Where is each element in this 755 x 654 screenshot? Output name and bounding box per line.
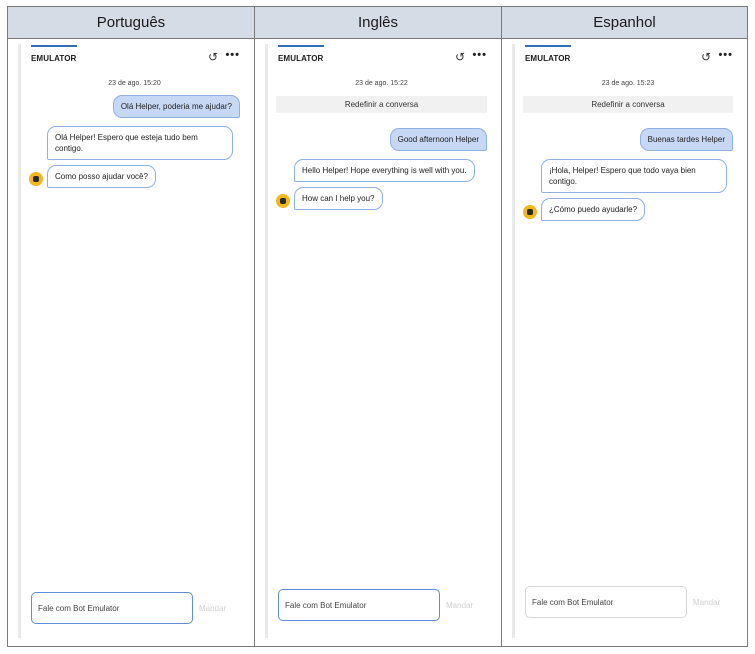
more-options-icon[interactable]: ••• xyxy=(472,50,487,61)
column-english: EMULATOR ↺ ••• 23 de ago. 15:22 Redefini… xyxy=(255,39,502,646)
reset-conversation-button[interactable]: Redefinir a conversa xyxy=(523,96,733,113)
chat-timestamp: 23 de ago. 15:22 xyxy=(355,80,408,87)
message-input[interactable]: Fale com Bot Emulator xyxy=(31,592,193,624)
restart-icon[interactable]: ↺ xyxy=(455,51,465,63)
composer: Fale com Bot Emulator Mandar xyxy=(278,589,473,621)
more-options-icon[interactable]: ••• xyxy=(718,50,733,61)
bot-message-row: Olá Helper! Espero que esteja tudo bem c… xyxy=(29,126,240,160)
emulator-panel: EMULATOR ↺ ••• 23 de ago. 15:20 Olá Help… xyxy=(18,44,248,638)
header-english: Inglês xyxy=(255,7,502,38)
bot-avatar-icon xyxy=(29,172,43,186)
send-button[interactable]: Mandar xyxy=(446,601,473,610)
reset-conversation-button[interactable]: Redefinir a conversa xyxy=(276,96,487,113)
title-underline xyxy=(525,45,571,47)
bot-message-bubble: Olá Helper! Espero que esteja tudo bem c… xyxy=(47,126,233,160)
emulator-topbar: EMULATOR ↺ ••• xyxy=(268,44,495,70)
bot-message-row: Como posso ajudar você? xyxy=(29,165,240,188)
bot-message-bubble: How can I help you? xyxy=(294,187,383,210)
table-body-row: EMULATOR ↺ ••• 23 de ago. 15:20 Olá Help… xyxy=(8,39,747,646)
chat-timestamp: 23 de ago. 15:20 xyxy=(108,80,161,87)
send-button[interactable]: Mandar xyxy=(693,598,720,607)
message-input[interactable]: Fale com Bot Emulator xyxy=(525,586,687,618)
user-message-row: Good afternoon Helper xyxy=(276,128,487,151)
bot-avatar-icon xyxy=(523,205,537,219)
bot-avatar-icon xyxy=(276,194,290,208)
user-message-row: Olá Helper, poderia me ajudar? xyxy=(29,95,240,118)
emulator-title: EMULATOR xyxy=(31,54,77,63)
bot-message-bubble: Hello Helper! Hope everything is well wi… xyxy=(294,159,475,182)
emulator-title: EMULATOR xyxy=(525,54,571,63)
title-underline xyxy=(31,45,77,47)
send-button[interactable]: Mandar xyxy=(199,604,226,613)
bot-message-row: ¿Cómo puedo ayudarle? xyxy=(523,198,733,221)
user-message-bubble: Good afternoon Helper xyxy=(389,128,487,151)
emulator-panel: EMULATOR ↺ ••• 23 de ago. 15:23 Redefini… xyxy=(512,44,741,638)
bot-message-bubble: Como posso ajudar você? xyxy=(47,165,156,188)
message-list: Buenas tardes Helper ¡Hola, Helper! Espe… xyxy=(515,128,741,221)
user-message-bubble: Olá Helper, poderia me ajudar? xyxy=(112,95,240,118)
composer: Fale com Bot Emulator Mandar xyxy=(31,592,226,624)
composer: Fale com Bot Emulator Mandar xyxy=(525,586,720,618)
restart-icon[interactable]: ↺ xyxy=(208,51,218,63)
bot-message-row: ¡Hola, Helper! Espero que todo vaya bien… xyxy=(523,159,733,193)
header-spanish: Espanhol xyxy=(593,14,656,31)
column-spanish: EMULATOR ↺ ••• 23 de ago. 15:23 Redefini… xyxy=(502,39,747,646)
table-header-row: Português Inglês Espanhol xyxy=(8,7,747,39)
title-underline xyxy=(278,45,324,47)
message-list: Good afternoon Helper Hello Helper! Hope… xyxy=(268,128,495,210)
chat-timestamp: 23 de ago. 15:23 xyxy=(601,80,655,87)
emulator-panel: EMULATOR ↺ ••• 23 de ago. 15:22 Redefini… xyxy=(265,44,495,638)
message-list: Olá Helper, poderia me ajudar? Olá Helpe… xyxy=(21,95,248,188)
emulator-title: EMULATOR xyxy=(278,54,324,63)
user-message-bubble: Buenas tardes Helper xyxy=(639,128,733,151)
header-portuguese: Português xyxy=(8,7,255,38)
user-message-row: Buenas tardes Helper xyxy=(523,128,733,151)
bot-message-bubble: ¡Hola, Helper! Espero que todo vaya bien… xyxy=(541,159,727,193)
message-input[interactable]: Fale com Bot Emulator xyxy=(278,589,440,621)
more-options-icon[interactable]: ••• xyxy=(225,50,240,61)
bot-message-row: Hello Helper! Hope everything is well wi… xyxy=(276,159,487,182)
emulator-topbar: EMULATOR ↺ ••• xyxy=(21,44,248,70)
restart-icon[interactable]: ↺ xyxy=(701,51,711,63)
comparison-table: Português Inglês Espanhol EMULATOR ↺ •••… xyxy=(7,6,748,647)
bot-message-row: How can I help you? xyxy=(276,187,487,210)
column-portuguese: EMULATOR ↺ ••• 23 de ago. 15:20 Olá Help… xyxy=(8,39,255,646)
emulator-topbar: EMULATOR ↺ ••• xyxy=(515,44,741,70)
bot-message-bubble: ¿Cómo puedo ayudarle? xyxy=(541,198,646,221)
